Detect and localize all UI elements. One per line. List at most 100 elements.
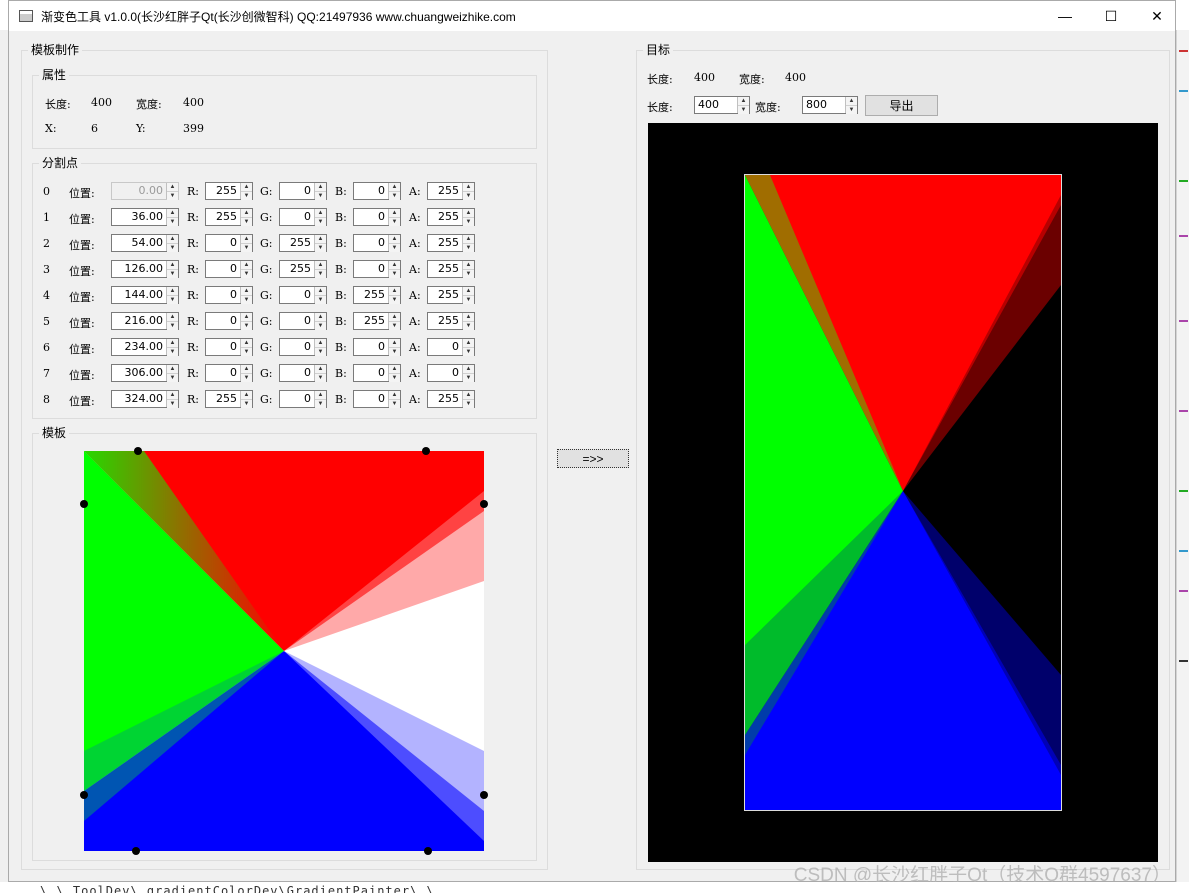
stop-blue-spinbox[interactable]: 0 ▲ ▼ bbox=[353, 208, 401, 226]
spin-down-icon[interactable]: ▼ bbox=[241, 244, 252, 252]
stop-handle[interactable] bbox=[134, 447, 142, 455]
stop-blue-input[interactable]: 255 bbox=[354, 287, 388, 303]
stop-alpha-input[interactable]: 0 bbox=[428, 339, 462, 355]
stop-alpha-spinbox[interactable]: 0 ▲ ▼ bbox=[427, 338, 475, 356]
spin-down-icon[interactable]: ▼ bbox=[389, 270, 400, 278]
spin-down-icon[interactable]: ▼ bbox=[241, 192, 252, 200]
spin-up-icon[interactable]: ▲ bbox=[389, 261, 400, 270]
spin-down-icon[interactable]: ▼ bbox=[389, 296, 400, 304]
stop-handle[interactable] bbox=[132, 847, 140, 855]
spin-up-icon[interactable]: ▲ bbox=[389, 287, 400, 296]
spin-down-icon[interactable]: ▼ bbox=[241, 400, 252, 408]
stop-position-spinbox[interactable]: 144.00 ▲ ▼ bbox=[111, 286, 179, 304]
spin-up-icon[interactable]: ▲ bbox=[241, 209, 252, 218]
spin-down-icon[interactable]: ▼ bbox=[167, 322, 178, 330]
spin-up-icon[interactable]: ▲ bbox=[241, 287, 252, 296]
spin-down-icon[interactable]: ▼ bbox=[463, 218, 474, 226]
stop-green-spinbox[interactable]: 0 ▲ ▼ bbox=[279, 286, 327, 304]
stop-position-spinbox[interactable]: 36.00 ▲ ▼ bbox=[111, 208, 179, 226]
stop-green-spinbox[interactable]: 0 ▲ ▼ bbox=[279, 208, 327, 226]
spin-up-icon[interactable]: ▲ bbox=[389, 209, 400, 218]
stop-red-input[interactable]: 0 bbox=[206, 313, 240, 329]
stop-red-input[interactable]: 0 bbox=[206, 287, 240, 303]
spin-down-icon[interactable]: ▼ bbox=[389, 192, 400, 200]
stop-position-input[interactable]: 306.00 bbox=[112, 365, 166, 381]
stop-green-spinbox[interactable]: 255 ▲ ▼ bbox=[279, 234, 327, 252]
stop-alpha-spinbox[interactable]: 255 ▲ ▼ bbox=[427, 312, 475, 330]
stop-blue-input[interactable]: 0 bbox=[354, 391, 388, 407]
spin-up-icon[interactable]: ▲ bbox=[315, 313, 326, 322]
spin-up-icon[interactable]: ▲ bbox=[241, 391, 252, 400]
spin-down-icon[interactable]: ▼ bbox=[463, 348, 474, 356]
spin-down-icon[interactable]: ▼ bbox=[315, 400, 326, 408]
spin-up-icon[interactable]: ▲ bbox=[389, 391, 400, 400]
stop-red-spinbox[interactable]: 255 ▲ ▼ bbox=[205, 182, 253, 200]
spin-up-icon[interactable]: ▲ bbox=[241, 261, 252, 270]
stop-position-input[interactable]: 234.00 bbox=[112, 339, 166, 355]
spin-down-icon[interactable]: ▼ bbox=[315, 218, 326, 226]
spin-down-icon[interactable]: ▼ bbox=[463, 322, 474, 330]
stop-handle[interactable] bbox=[80, 500, 88, 508]
spin-down-icon[interactable]: ▼ bbox=[315, 374, 326, 382]
spin-up-icon[interactable]: ▲ bbox=[241, 313, 252, 322]
spin-up-icon[interactable]: ▲ bbox=[463, 365, 474, 374]
apply-button[interactable]: =>> bbox=[557, 449, 629, 468]
stop-red-spinbox[interactable]: 0 ▲ ▼ bbox=[205, 286, 253, 304]
spin-up-icon[interactable]: ▲ bbox=[463, 235, 474, 244]
spin-down-icon[interactable]: ▼ bbox=[167, 270, 178, 278]
stop-green-spinbox[interactable]: 0 ▲ ▼ bbox=[279, 338, 327, 356]
spin-up-icon[interactable]: ▲ bbox=[167, 287, 178, 296]
spin-up-icon[interactable]: ▲ bbox=[463, 313, 474, 322]
spin-down-icon[interactable]: ▼ bbox=[389, 218, 400, 226]
spin-down-icon[interactable]: ▼ bbox=[315, 270, 326, 278]
stop-position-spinbox[interactable]: 216.00 ▲ ▼ bbox=[111, 312, 179, 330]
stop-blue-input[interactable]: 0 bbox=[354, 365, 388, 381]
spin-down-icon[interactable]: ▼ bbox=[463, 400, 474, 408]
stop-red-spinbox[interactable]: 0 ▲ ▼ bbox=[205, 312, 253, 330]
spin-down-icon[interactable]: ▼ bbox=[241, 270, 252, 278]
stop-blue-spinbox[interactable]: 0 ▲ ▼ bbox=[353, 182, 401, 200]
stop-handle[interactable] bbox=[80, 791, 88, 799]
stop-position-input[interactable]: 144.00 bbox=[112, 287, 166, 303]
spin-up-icon[interactable]: ▲ bbox=[315, 209, 326, 218]
spin-up-icon[interactable]: ▲ bbox=[315, 261, 326, 270]
spin-up-icon[interactable]: ▲ bbox=[463, 391, 474, 400]
stop-green-input[interactable]: 0 bbox=[280, 209, 314, 225]
stop-green-input[interactable]: 0 bbox=[280, 183, 314, 199]
spin-down-icon[interactable]: ▼ bbox=[167, 400, 178, 408]
stop-blue-input[interactable]: 0 bbox=[354, 235, 388, 251]
export-button[interactable]: 导出 bbox=[865, 95, 938, 116]
template-gradient-canvas[interactable] bbox=[80, 447, 488, 855]
stop-blue-input[interactable]: 0 bbox=[354, 339, 388, 355]
stop-blue-spinbox[interactable]: 255 ▲ ▼ bbox=[353, 312, 401, 330]
spin-down-icon[interactable]: ▼ bbox=[315, 322, 326, 330]
stop-green-input[interactable]: 0 bbox=[280, 365, 314, 381]
spin-up-icon[interactable]: ▲ bbox=[463, 261, 474, 270]
stop-alpha-input[interactable]: 255 bbox=[428, 287, 462, 303]
spin-down-icon[interactable]: ▼ bbox=[241, 218, 252, 226]
stop-red-spinbox[interactable]: 0 ▲ ▼ bbox=[205, 364, 253, 382]
stop-alpha-spinbox[interactable]: 0 ▲ ▼ bbox=[427, 364, 475, 382]
spin-up-icon[interactable]: ▲ bbox=[315, 365, 326, 374]
stop-red-input[interactable]: 0 bbox=[206, 235, 240, 251]
spin-down-icon[interactable]: ▼ bbox=[846, 106, 857, 114]
spin-down-icon[interactable]: ▼ bbox=[315, 348, 326, 356]
spin-down-icon[interactable]: ▼ bbox=[463, 244, 474, 252]
stop-position-input[interactable]: 324.00 bbox=[112, 391, 166, 407]
stop-green-input[interactable]: 0 bbox=[280, 391, 314, 407]
spin-down-icon[interactable]: ▼ bbox=[463, 374, 474, 382]
stop-position-spinbox[interactable]: 324.00 ▲ ▼ bbox=[111, 390, 179, 408]
spin-down-icon[interactable]: ▼ bbox=[463, 192, 474, 200]
spin-down-icon[interactable]: ▼ bbox=[389, 348, 400, 356]
spin-down-icon[interactable]: ▼ bbox=[167, 218, 178, 226]
spin-down-icon[interactable]: ▼ bbox=[241, 322, 252, 330]
stop-green-spinbox[interactable]: 0 ▲ ▼ bbox=[279, 312, 327, 330]
spin-up-icon[interactable]: ▲ bbox=[241, 183, 252, 192]
stop-position-spinbox[interactable]: 54.00 ▲ ▼ bbox=[111, 234, 179, 252]
stop-green-input[interactable]: 0 bbox=[280, 287, 314, 303]
spin-up-icon[interactable]: ▲ bbox=[167, 183, 178, 192]
spin-down-icon[interactable]: ▼ bbox=[463, 270, 474, 278]
spin-down-icon[interactable]: ▼ bbox=[389, 244, 400, 252]
stop-green-spinbox[interactable]: 0 ▲ ▼ bbox=[279, 364, 327, 382]
spin-down-icon[interactable]: ▼ bbox=[241, 296, 252, 304]
